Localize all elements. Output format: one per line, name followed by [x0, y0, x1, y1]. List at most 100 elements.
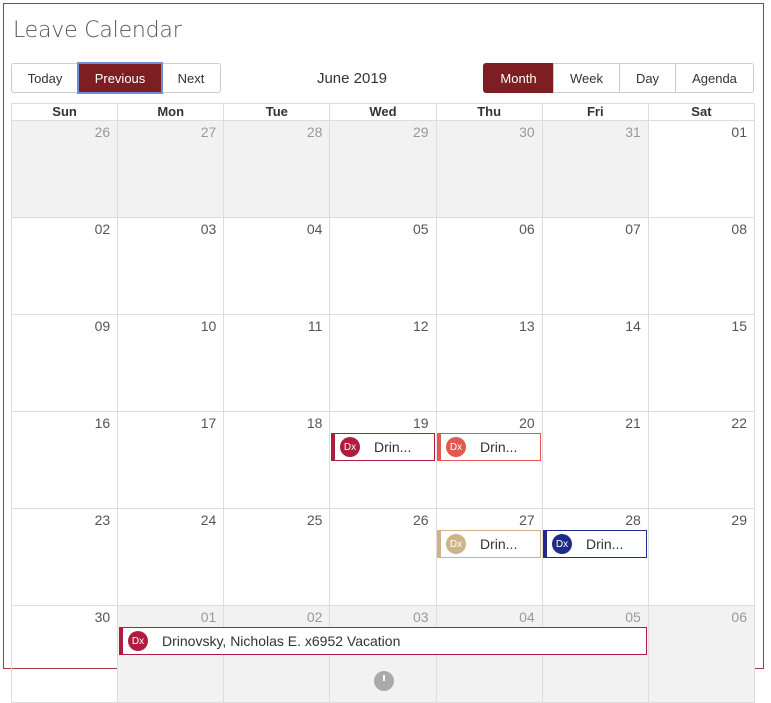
day-number[interactable]: 26 [413, 512, 429, 528]
day-cell[interactable]: 22 [647, 412, 754, 508]
day-number[interactable]: 09 [95, 318, 111, 334]
day-cell[interactable]: 21 [541, 412, 648, 508]
day-number[interactable]: 31 [625, 124, 641, 140]
avatar: Dx [340, 437, 360, 457]
day-number[interactable]: 01 [201, 609, 217, 625]
leave-event[interactable]: Dx Drin... [331, 433, 435, 461]
today-button[interactable]: Today [11, 63, 79, 93]
day-number[interactable]: 11 [308, 318, 323, 334]
day-number[interactable]: 04 [307, 221, 323, 237]
day-number[interactable]: 02 [307, 609, 323, 625]
day-number[interactable]: 07 [625, 221, 641, 237]
day-number[interactable]: 04 [519, 609, 535, 625]
day-cell[interactable]: 16 [12, 412, 117, 508]
day-cell[interactable]: 30 [12, 606, 117, 702]
day-number[interactable]: 25 [307, 512, 323, 528]
day-number[interactable]: 03 [413, 609, 429, 625]
leave-event[interactable]: Dx Drin... [437, 530, 541, 558]
weekday-header-tue: Tue [223, 104, 329, 120]
view-month-button[interactable]: Month [483, 63, 554, 93]
day-number[interactable]: 10 [201, 318, 217, 334]
day-number[interactable]: 03 [201, 221, 217, 237]
day-cell[interactable]: 01 [647, 121, 754, 217]
week-row: 26 27 28 29 30 31 01 [12, 121, 754, 218]
next-button[interactable]: Next [161, 63, 221, 93]
leave-event[interactable]: Dx Drin... [437, 433, 541, 461]
scroll-handle[interactable] [374, 671, 394, 691]
day-cell[interactable]: 14 [541, 315, 648, 411]
day-number[interactable]: 26 [95, 124, 111, 140]
event-title: Drin... [586, 536, 624, 552]
day-cell[interactable]: 17 [117, 412, 223, 508]
day-cell[interactable]: 15 [647, 315, 754, 411]
day-number[interactable]: 06 [731, 609, 747, 625]
day-cell[interactable]: 13 [435, 315, 542, 411]
day-number[interactable]: 13 [519, 318, 535, 334]
day-number[interactable]: 23 [95, 512, 111, 528]
day-number[interactable]: 01 [731, 124, 747, 140]
day-cell[interactable]: 26 [12, 121, 118, 217]
day-cell[interactable]: 09 [12, 315, 117, 411]
day-cell[interactable]: 25 [223, 509, 329, 605]
leave-event[interactable]: Dx Drin... [543, 530, 647, 558]
day-number[interactable]: 12 [413, 318, 429, 334]
day-number[interactable]: 15 [731, 318, 747, 334]
view-week-button[interactable]: Week [553, 63, 620, 93]
day-cell[interactable]: 26 [329, 509, 435, 605]
day-cell[interactable]: 12 [329, 315, 435, 411]
day-cell[interactable]: 07 [541, 218, 648, 314]
day-number[interactable]: 17 [201, 415, 217, 431]
day-number[interactable]: 18 [307, 415, 323, 431]
day-cell[interactable]: 03 [117, 218, 223, 314]
day-cell[interactable]: 05 [329, 218, 435, 314]
view-day-button[interactable]: Day [619, 63, 676, 93]
weekday-header-mon: Mon [117, 104, 223, 120]
previous-button[interactable]: Previous [78, 63, 162, 93]
day-cell[interactable]: 04 [223, 218, 329, 314]
day-number[interactable]: 05 [625, 609, 641, 625]
day-cell[interactable]: 06 [435, 218, 542, 314]
event-title: Drin... [374, 439, 412, 455]
day-number[interactable]: 28 [307, 124, 323, 140]
week-row: 23 24 25 26 27 28 29 Dx Drin... Dx Drin... [12, 509, 754, 606]
weekday-header-fri: Fri [541, 104, 648, 120]
day-cell[interactable]: 29 [647, 509, 754, 605]
day-cell[interactable]: 06 [647, 606, 754, 702]
day-cell[interactable]: 02 [12, 218, 117, 314]
weeks-container: 26 27 28 29 30 31 01 02 03 04 05 06 07 08 09 10 11 12 13 14… [11, 121, 755, 703]
day-number[interactable]: 30 [95, 609, 111, 625]
day-cell[interactable]: 27 [117, 121, 224, 217]
day-number[interactable]: 29 [413, 124, 429, 140]
day-number[interactable]: 30 [519, 124, 535, 140]
day-number[interactable]: 22 [731, 415, 747, 431]
day-number[interactable]: 02 [95, 221, 111, 237]
day-cell[interactable]: 08 [647, 218, 754, 314]
day-number[interactable]: 14 [625, 318, 641, 334]
day-number[interactable]: 06 [519, 221, 535, 237]
day-number[interactable]: 24 [201, 512, 217, 528]
day-number[interactable]: 28 [625, 512, 641, 528]
day-cell[interactable]: 28 [223, 121, 330, 217]
avatar: Dx [552, 534, 572, 554]
day-cell[interactable]: 24 [117, 509, 223, 605]
leave-event[interactable]: Dx Drinovsky, Nicholas E. x6952 Vacation [119, 627, 647, 655]
day-cell[interactable]: 30 [435, 121, 542, 217]
day-number[interactable]: 29 [731, 512, 747, 528]
day-cell[interactable]: 18 [223, 412, 329, 508]
day-number[interactable]: 08 [731, 221, 747, 237]
view-switcher: Month Week Day Agenda [483, 63, 754, 93]
day-cell[interactable]: 23 [12, 509, 117, 605]
day-cell[interactable]: 10 [117, 315, 223, 411]
day-number[interactable]: 21 [625, 415, 641, 431]
day-number[interactable]: 05 [413, 221, 429, 237]
day-cell[interactable]: 31 [541, 121, 648, 217]
day-number[interactable]: 20 [519, 415, 535, 431]
day-number[interactable]: 19 [413, 415, 429, 431]
view-agenda-button[interactable]: Agenda [675, 63, 754, 93]
day-number[interactable]: 27 [519, 512, 535, 528]
day-number[interactable]: 16 [95, 415, 111, 431]
day-number[interactable]: 27 [201, 124, 217, 140]
day-cell[interactable]: 29 [329, 121, 436, 217]
day-cell[interactable]: 11 [223, 315, 329, 411]
weekday-header-wed: Wed [329, 104, 435, 120]
